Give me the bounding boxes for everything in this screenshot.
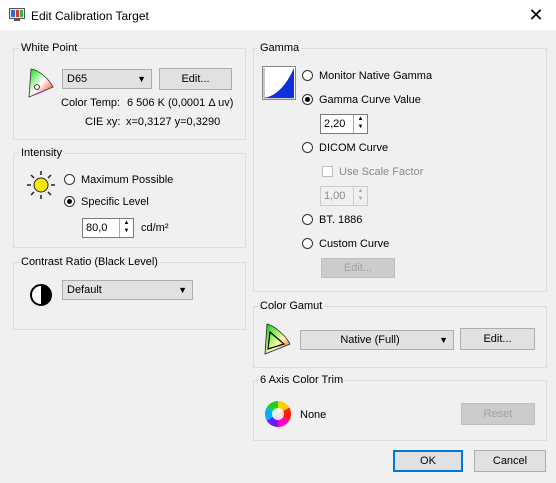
- gamma-edit-button[interactable]: Edit...: [321, 258, 395, 278]
- contrast-select[interactable]: Default ▼: [62, 280, 193, 300]
- chevron-down-icon: ▼: [137, 74, 146, 84]
- chevron-down-icon: ▼: [439, 335, 448, 345]
- contrast-icon: [29, 283, 53, 307]
- white-point-edit-button[interactable]: Edit...: [159, 68, 232, 90]
- gamma-curve-icon: [262, 66, 296, 100]
- intensity-max-label[interactable]: Maximum Possible: [81, 174, 173, 186]
- axis-trim-group-label: 6 Axis Color Trim: [258, 374, 346, 386]
- use-scale-factor-label[interactable]: Use Scale Factor: [339, 166, 423, 178]
- intensity-level-value: 80,0: [86, 222, 108, 234]
- gamma-bt1886-label[interactable]: BT. 1886: [319, 214, 362, 226]
- gamma-value-spinner[interactable]: 2,20 ▲ ▼: [320, 114, 368, 134]
- color-gamut-group-label: Color Gamut: [258, 300, 325, 312]
- contrast-value: Default: [67, 284, 102, 296]
- contrast-group-label: Contrast Ratio (Black Level): [19, 256, 160, 268]
- color-wheel-icon: [264, 400, 292, 428]
- ok-button[interactable]: OK: [393, 450, 463, 472]
- color-gamut-value: Native (Full): [340, 334, 400, 346]
- gamma-curve-value-label[interactable]: Gamma Curve Value: [319, 94, 421, 106]
- axis-trim-reset-button[interactable]: Reset: [461, 403, 535, 425]
- gamma-dicom-label[interactable]: DICOM Curve: [319, 142, 388, 154]
- cancel-button[interactable]: Cancel: [474, 450, 546, 472]
- gamma-group-label: Gamma: [258, 42, 302, 54]
- spinner-arrows-icon[interactable]: ▲ ▼: [119, 219, 133, 237]
- window-title: Edit Calibration Target: [31, 9, 149, 23]
- intensity-level-spinner[interactable]: 80,0 ▲ ▼: [82, 218, 134, 238]
- color-temp-value: 6 506 K (0,0001 Δ uv): [127, 97, 234, 109]
- spinner-arrows-icon[interactable]: ▲ ▼: [353, 115, 367, 133]
- gamma-dicom-radio[interactable]: [302, 142, 313, 153]
- close-icon[interactable]: ✕: [524, 4, 548, 26]
- cie-xy-value: x=0,3127 y=0,3290: [126, 116, 221, 128]
- gamma-custom-label[interactable]: Custom Curve: [319, 238, 389, 250]
- gamma-bt1886-radio[interactable]: [302, 214, 313, 225]
- chevron-down-icon: ▼: [178, 285, 187, 295]
- scale-factor-spinner[interactable]: 1,00 ▲ ▼: [320, 186, 368, 206]
- gamma-native-label[interactable]: Monitor Native Gamma: [319, 70, 432, 82]
- intensity-specific-radio[interactable]: [64, 196, 75, 207]
- axis-trim-value: None: [300, 409, 327, 421]
- color-gamut-select[interactable]: Native (Full) ▼: [300, 330, 454, 350]
- color-gamut-icon: [262, 322, 292, 356]
- white-point-preset-value: D65: [67, 73, 88, 85]
- intensity-group-label: Intensity: [19, 147, 64, 159]
- gamma-value: 2,20: [324, 118, 346, 130]
- color-gamut-edit-button[interactable]: Edit...: [460, 328, 535, 350]
- sun-icon: [26, 170, 56, 200]
- gamma-curve-value-radio[interactable]: [302, 94, 313, 105]
- scale-factor-value: 1,00: [324, 190, 346, 202]
- gamma-custom-radio[interactable]: [302, 238, 313, 249]
- intensity-max-radio[interactable]: [64, 174, 75, 185]
- intensity-specific-label[interactable]: Specific Level: [81, 196, 149, 208]
- color-temp-label: Color Temp:: [61, 97, 121, 109]
- white-point-group-label: White Point: [19, 42, 80, 54]
- chromaticity-icon: [25, 67, 55, 99]
- app-icon: [9, 8, 25, 22]
- gamma-native-radio[interactable]: [302, 70, 313, 81]
- cie-xy-label: CIE xy:: [85, 116, 121, 128]
- white-point-preset-select[interactable]: D65 ▼: [62, 69, 152, 89]
- use-scale-factor-checkbox[interactable]: [322, 166, 333, 177]
- spinner-arrows-icon[interactable]: ▲ ▼: [353, 187, 367, 205]
- intensity-unit: cd/m²: [141, 222, 169, 234]
